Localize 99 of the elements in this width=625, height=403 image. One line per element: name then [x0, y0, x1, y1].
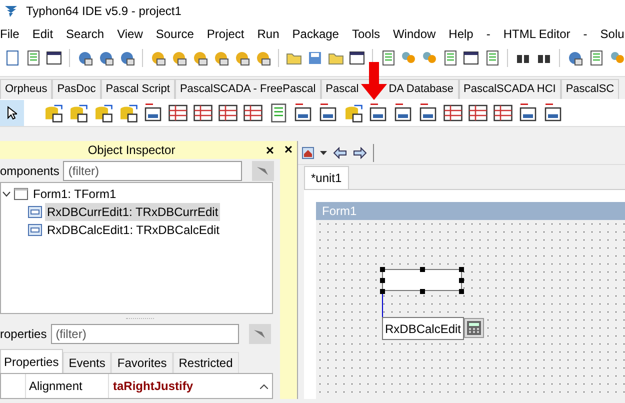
table-icon[interactable] [243, 102, 263, 122]
window-title: Typhon64 IDE v5.9 - project1 [26, 3, 182, 20]
resize-handle[interactable] [380, 278, 385, 283]
form-icon [14, 187, 28, 202]
tree-item[interactable]: Form1: TForm1 [31, 185, 118, 204]
document-icon[interactable] [588, 49, 604, 67]
clear-filter-button[interactable] [248, 324, 271, 344]
table-icon[interactable] [193, 102, 213, 122]
menu-item[interactable]: Solu [600, 24, 624, 42]
menu-item[interactable]: Help [448, 24, 474, 42]
resize-handle[interactable] [420, 289, 425, 294]
save-icon[interactable] [306, 49, 323, 67]
menu-item[interactable]: View [117, 24, 143, 42]
document-icon[interactable] [380, 49, 396, 67]
home-icon[interactable] [302, 146, 314, 158]
filter-field[interactable]: (filter) [50, 324, 239, 344]
back-arrow-icon[interactable] [333, 146, 347, 158]
resize-handle[interactable] [459, 289, 464, 294]
palette-tab[interactable]: Orpheus [0, 79, 52, 99]
tab[interactable]: Events [62, 352, 112, 374]
database-icon[interactable] [118, 102, 138, 122]
component-icon[interactable] [418, 102, 438, 122]
filter-field[interactable]: (filter) [63, 160, 242, 181]
document-icon[interactable] [24, 49, 41, 67]
resize-handle[interactable] [420, 267, 425, 272]
tab[interactable]: Favorites [111, 352, 173, 374]
palette-tab[interactable]: PascalSCADA - FreePascal [174, 79, 321, 99]
document-icon[interactable] [442, 49, 458, 67]
table-icon[interactable] [443, 102, 463, 122]
database-icon[interactable] [343, 102, 363, 122]
database-icon[interactable] [68, 102, 88, 122]
calculator-icon [464, 318, 484, 338]
menu-item[interactable]: Search [66, 24, 104, 42]
component-icon[interactable] [318, 102, 338, 122]
property-name: Alignment [25, 374, 109, 398]
tab[interactable]: Restricted [172, 352, 239, 374]
editor-tab[interactable]: *unit1 [304, 166, 349, 189]
form-title-bar: Form1 [316, 202, 625, 220]
menu-item[interactable]: - [486, 24, 490, 42]
palette-tab[interactable]: PascalSC [560, 79, 620, 99]
resize-handle[interactable] [380, 289, 385, 294]
window-icon[interactable] [46, 49, 62, 67]
new-file-icon[interactable] [4, 49, 20, 67]
database-icon[interactable] [93, 102, 113, 122]
menu-item[interactable]: Edit [32, 24, 54, 42]
menu-item[interactable]: - [583, 24, 588, 42]
property-value[interactable]: taRightJustify [109, 374, 256, 398]
edit-control-icon [28, 223, 42, 238]
field-label: roperties [0, 326, 47, 343]
tab-label[interactable]: DA Database [388, 81, 454, 98]
palette-tab[interactable]: PasDoc [52, 79, 101, 99]
component-icon[interactable] [518, 102, 538, 122]
menu-item[interactable]: Run [257, 24, 280, 42]
edit-control-icon [28, 205, 42, 220]
arrow-annotation [361, 62, 387, 100]
dropdown-arrow-icon[interactable] [320, 150, 327, 154]
tab[interactable]: Properties [0, 349, 63, 374]
table-icon[interactable] [168, 102, 188, 122]
document-icon[interactable] [484, 49, 500, 67]
menu-item[interactable]: Project [206, 24, 244, 42]
app-icon [4, 4, 18, 18]
component-icon[interactable] [293, 102, 313, 122]
menu-item[interactable]: Source [156, 24, 194, 42]
menu-item[interactable]: Window [392, 24, 436, 42]
pointer-tool-button[interactable] [0, 100, 24, 126]
tree-item[interactable]: RxDBCurrEdit1: TRxDBCurrEdit [45, 203, 220, 222]
component-icon[interactable] [393, 102, 413, 122]
list-icon[interactable] [268, 102, 288, 122]
resize-handle[interactable] [459, 267, 464, 272]
component-icon[interactable] [143, 102, 163, 122]
resize-handle[interactable] [380, 267, 385, 272]
component-label: RxDBCalcEdit [382, 317, 464, 340]
forward-arrow-icon[interactable] [353, 146, 367, 158]
close-button[interactable]: × [263, 143, 277, 157]
menu-item[interactable]: File [0, 24, 20, 42]
resize-handle[interactable] [459, 278, 464, 283]
menu-item[interactable]: Package [292, 24, 339, 42]
close-button[interactable]: × [284, 141, 293, 157]
component-icon[interactable] [543, 102, 563, 122]
caret-up-icon [260, 384, 268, 389]
palette-tab[interactable]: Pascal DA Database [320, 79, 459, 99]
panel-title: Object Inspector [86, 142, 176, 159]
palette-tab[interactable]: Pascal Script [100, 79, 175, 99]
tab-label[interactable]: Pascal [326, 81, 359, 98]
edit-box[interactable] [382, 269, 462, 291]
menu-item[interactable]: HTML Editor [503, 24, 570, 42]
window-icon[interactable] [348, 49, 364, 67]
palette-tab[interactable]: PascalSCADA HCI [458, 79, 561, 99]
table-icon[interactable] [493, 102, 513, 122]
component-icon[interactable] [368, 102, 388, 122]
tree-item[interactable]: RxDBCalcEdit1: TRxDBCalcEdit [45, 221, 222, 240]
table-icon[interactable] [218, 102, 238, 122]
window-icon[interactable] [463, 49, 480, 67]
clear-filter-button[interactable] [252, 160, 274, 181]
field-label: omponents [0, 162, 60, 180]
pointer-icon [7, 106, 17, 120]
table-icon[interactable] [468, 102, 488, 122]
database-icon[interactable] [43, 102, 63, 122]
menu-item[interactable]: Tools [352, 24, 380, 42]
